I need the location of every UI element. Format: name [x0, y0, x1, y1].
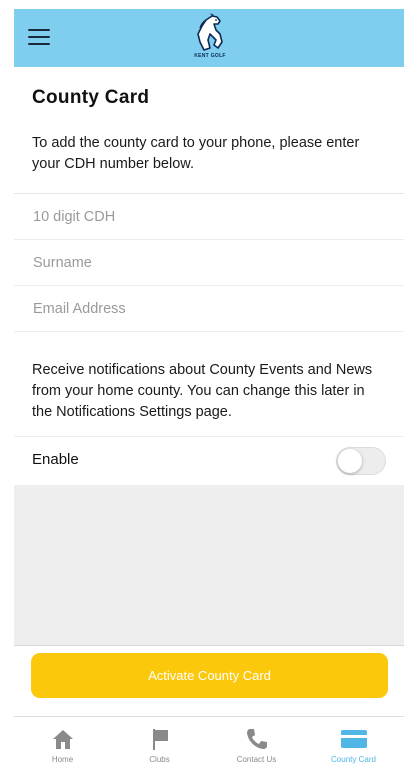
intro-text: To add the county card to your phone, pl…	[32, 135, 360, 172]
email-field-row	[14, 286, 404, 332]
tab-clubs-label: Clubs	[149, 755, 170, 764]
app-header: KENT GOLF	[14, 9, 404, 67]
horse-logo-icon	[197, 13, 223, 51]
enable-notifications-toggle[interactable]	[336, 447, 386, 475]
tab-clubs[interactable]: Clubs	[111, 717, 208, 766]
tab-county-card-label: County Card	[331, 755, 376, 764]
tab-home-label: Home	[51, 755, 74, 764]
hamburger-menu-icon[interactable]	[28, 29, 50, 45]
surname-field-row	[14, 240, 404, 286]
app-screen: KENT GOLF County Card To add the county …	[14, 9, 404, 766]
toggle-knob	[338, 449, 362, 473]
empty-content-area	[14, 485, 404, 646]
page-title: County Card	[32, 87, 150, 108]
kent-golf-logo: KENT GOLF	[190, 12, 230, 64]
email-input[interactable]	[31, 299, 385, 318]
flag-icon	[152, 729, 168, 750]
surname-input[interactable]	[31, 253, 385, 272]
activate-county-card-button[interactable]: Activate County Card	[31, 653, 388, 698]
enable-notifications-row: Enable	[14, 436, 404, 486]
cdh-field-row	[14, 194, 404, 240]
tab-contact-us-label: Contact Us	[236, 755, 277, 764]
bottom-tab-bar: Home Clubs Contact Us County Card	[14, 716, 404, 766]
tab-home[interactable]: Home	[14, 717, 111, 766]
home-icon	[52, 730, 73, 749]
tab-contact-us[interactable]: Contact Us	[208, 717, 305, 766]
enable-label: Enable	[32, 451, 79, 468]
notifications-description: Receive notifications about County Event…	[32, 362, 373, 420]
logo-text: KENT GOLF	[194, 53, 226, 59]
cdh-form	[14, 193, 404, 332]
tab-county-card[interactable]: County Card	[305, 717, 402, 766]
phone-icon	[246, 729, 267, 749]
card-icon	[340, 730, 367, 748]
cdh-number-input[interactable]	[31, 207, 385, 226]
